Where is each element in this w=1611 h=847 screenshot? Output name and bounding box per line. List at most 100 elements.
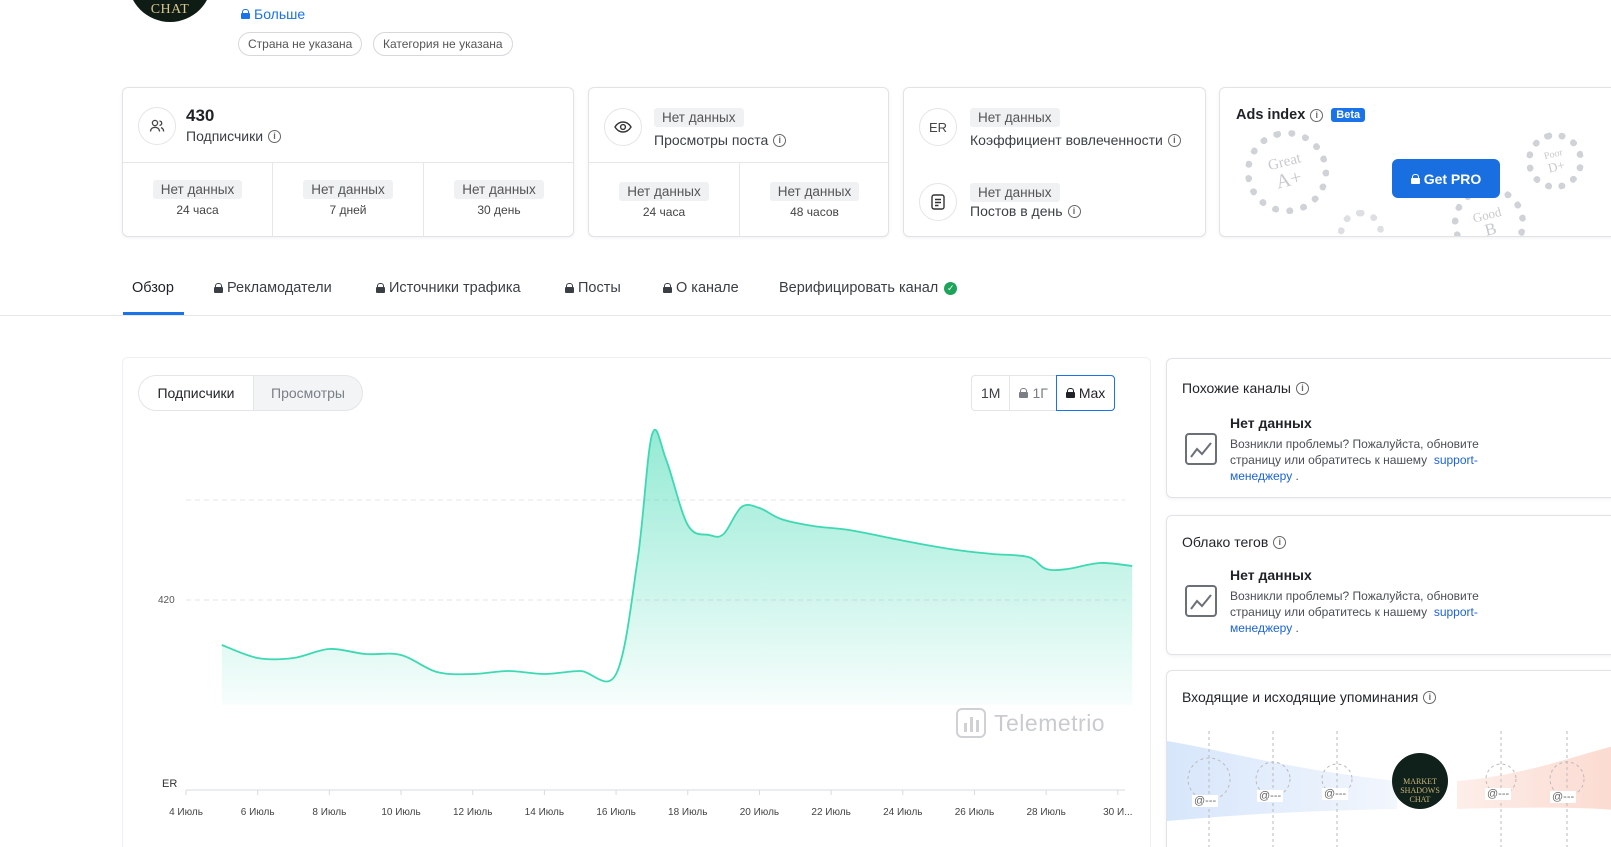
similar-channels-panel: Похожие каналы i Нет данных Возникли проб… xyxy=(1166,358,1611,498)
posts-per-day-label: Постов в день i xyxy=(970,203,1081,219)
info-icon[interactable]: i xyxy=(1167,133,1181,147)
info-icon[interactable]: i xyxy=(1296,381,1309,395)
chart-placeholder-icon xyxy=(1185,585,1217,622)
lock-icon xyxy=(1065,388,1075,398)
similar-nodata-text: Возникли проблемы? Пожалуйста, обновите … xyxy=(1230,437,1479,483)
er-icon: ER xyxy=(919,108,957,146)
x-tick-label: 30 И... xyxy=(1103,807,1132,818)
views-24h: Нет данных 24 часа xyxy=(589,182,739,219)
x-tick-label: 18 Июль xyxy=(668,807,707,818)
tag-cloud-panel: Облако тегов i Нет данных Возникли пробле… xyxy=(1166,515,1611,655)
toggle-subscribers[interactable]: Подписчики xyxy=(139,376,254,410)
x-tick-label: 8 Июль xyxy=(312,807,346,818)
similar-nodata-title: Нет данных xyxy=(1230,415,1312,431)
views-value: Нет данных xyxy=(654,108,744,127)
toggle-views[interactable]: Просмотры xyxy=(254,376,362,410)
subscribers-24h: Нет данных 24 часа xyxy=(123,180,272,217)
range-1m[interactable]: 1M xyxy=(972,376,1011,410)
x-tick-label: 26 Июль xyxy=(955,807,994,818)
subscribers-30d: Нет данных 30 день xyxy=(424,180,574,217)
subscribers-label: Подписчики i xyxy=(186,128,282,144)
similar-channels-title: Похожие каналы i xyxy=(1182,380,1309,396)
tab-overview[interactable]: Обзор xyxy=(132,280,174,296)
range-selector: 1M 1Г Max xyxy=(971,375,1116,411)
x-tick-label: 22 Июль xyxy=(811,807,850,818)
tab-bar: Обзор Рекламодатели Источники трафика По… xyxy=(0,270,1611,316)
views-card: Нет данных Просмотры поста i Нет данных 24… xyxy=(588,87,889,237)
x-tick-label: 14 Июль xyxy=(525,807,564,818)
telemetrio-watermark: Telemetrio xyxy=(956,708,1105,738)
x-tick-label: 4 Июль xyxy=(169,807,203,818)
beta-badge: Beta xyxy=(1331,108,1366,122)
eye-icon xyxy=(604,108,642,146)
x-tick-label: 16 Июль xyxy=(596,807,635,818)
lock-icon xyxy=(214,283,223,293)
mention-handle[interactable]: @--- xyxy=(1550,791,1577,803)
chart-placeholder-icon xyxy=(1185,433,1217,470)
lock-icon xyxy=(565,283,574,293)
mentions-title: Входящие и исходящие упоминания i xyxy=(1182,689,1437,705)
x-tick-label: 10 Июль xyxy=(381,807,420,818)
mentions-graph xyxy=(1167,731,1611,847)
more-link-label: Больше xyxy=(254,6,306,22)
tab-verify-channel[interactable]: Верифицировать канал ✓ xyxy=(779,280,958,296)
metric-toggle: Подписчики Просмотры xyxy=(138,375,363,411)
grade-badge-poor: Poor D+ xyxy=(1519,125,1591,197)
tab-traffic-sources[interactable]: Источники трафика xyxy=(376,280,521,296)
mention-handle[interactable]: @--- xyxy=(1485,788,1512,800)
lock-icon xyxy=(1019,388,1029,398)
tab-about[interactable]: О канале xyxy=(663,280,739,296)
channel-avatar: CHAT xyxy=(128,0,212,22)
mention-handle[interactable]: @--- xyxy=(1257,790,1284,802)
x-tick-label: 12 Июль xyxy=(453,807,492,818)
country-tag[interactable]: Страна не указана xyxy=(238,32,363,56)
er-label: Коэффициент вовлеченности i xyxy=(970,132,1181,148)
grade-badge-faded xyxy=(1338,210,1384,236)
subscribers-value: 430 xyxy=(186,106,215,125)
info-icon[interactable]: i xyxy=(773,133,787,147)
active-tab-indicator xyxy=(123,312,184,315)
verified-check-icon: ✓ xyxy=(944,281,958,295)
tag-cloud-nodata-text: Возникли проблемы? Пожалуйста, обновите … xyxy=(1230,589,1479,635)
more-link[interactable]: Больше xyxy=(241,6,305,22)
x-tick-label: 24 Июль xyxy=(883,807,922,818)
posts-per-day-value: Нет данных xyxy=(970,183,1060,202)
mention-handle[interactable]: @--- xyxy=(1192,795,1219,807)
x-tick-label: 28 Июль xyxy=(1026,807,1065,818)
info-icon[interactable]: i xyxy=(268,129,282,143)
views-48h: Нет данных 48 часов xyxy=(740,182,889,219)
mentions-panel: Входящие и исходящие упоминания i @--- @-… xyxy=(1166,670,1611,847)
x-tick-label: 20 Июль xyxy=(740,807,779,818)
category-tag[interactable]: Категория не указана xyxy=(373,32,513,56)
tag-cloud-title: Облако тегов i xyxy=(1182,534,1287,550)
telemetrio-logo-icon xyxy=(956,708,986,738)
info-icon[interactable]: i xyxy=(1310,108,1324,122)
views-label: Просмотры поста i xyxy=(654,132,787,148)
grade-badge-great: Great A+ xyxy=(1236,121,1338,223)
get-pro-button[interactable]: Get PRO xyxy=(1392,159,1500,198)
subscribers-card: 430 Подписчики i Нет данных 24 часа Нет да… xyxy=(122,87,574,237)
mention-handle[interactable]: @--- xyxy=(1322,788,1349,800)
info-icon[interactable]: i xyxy=(1423,690,1437,704)
info-icon[interactable]: i xyxy=(1273,535,1287,549)
lock-icon xyxy=(241,9,250,19)
lock-icon xyxy=(376,283,385,293)
lock-icon xyxy=(663,283,672,293)
document-icon xyxy=(919,183,957,221)
subscribers-chart: 4 Июль 6 Июль 8 Июль 10 Июль 12 Июль 14 Июль 1… xyxy=(158,428,1133,818)
tag-cloud-nodata-title: Нет данных xyxy=(1230,567,1312,583)
tab-posts[interactable]: Посты xyxy=(565,280,621,296)
y-tick-label: 420 xyxy=(158,595,175,606)
subscribers-7d: Нет данных 7 дней xyxy=(273,180,423,217)
range-max[interactable]: Max xyxy=(1055,375,1116,411)
ads-index-title: Ads index xyxy=(1236,107,1306,123)
y-axis-label: ER xyxy=(162,778,177,790)
info-icon[interactable]: i xyxy=(1067,204,1081,218)
range-1y[interactable]: 1Г xyxy=(1010,376,1056,410)
tab-advertisers[interactable]: Рекламодатели xyxy=(214,280,332,296)
channel-center-avatar[interactable]: MARKET SHADOWS CHAT xyxy=(1392,753,1448,809)
engagement-card: ER Нет данных Коэффициент вовлеченности i… xyxy=(903,87,1206,237)
area-fill xyxy=(221,429,1133,705)
lock-icon xyxy=(1410,173,1420,184)
users-icon xyxy=(138,107,176,145)
